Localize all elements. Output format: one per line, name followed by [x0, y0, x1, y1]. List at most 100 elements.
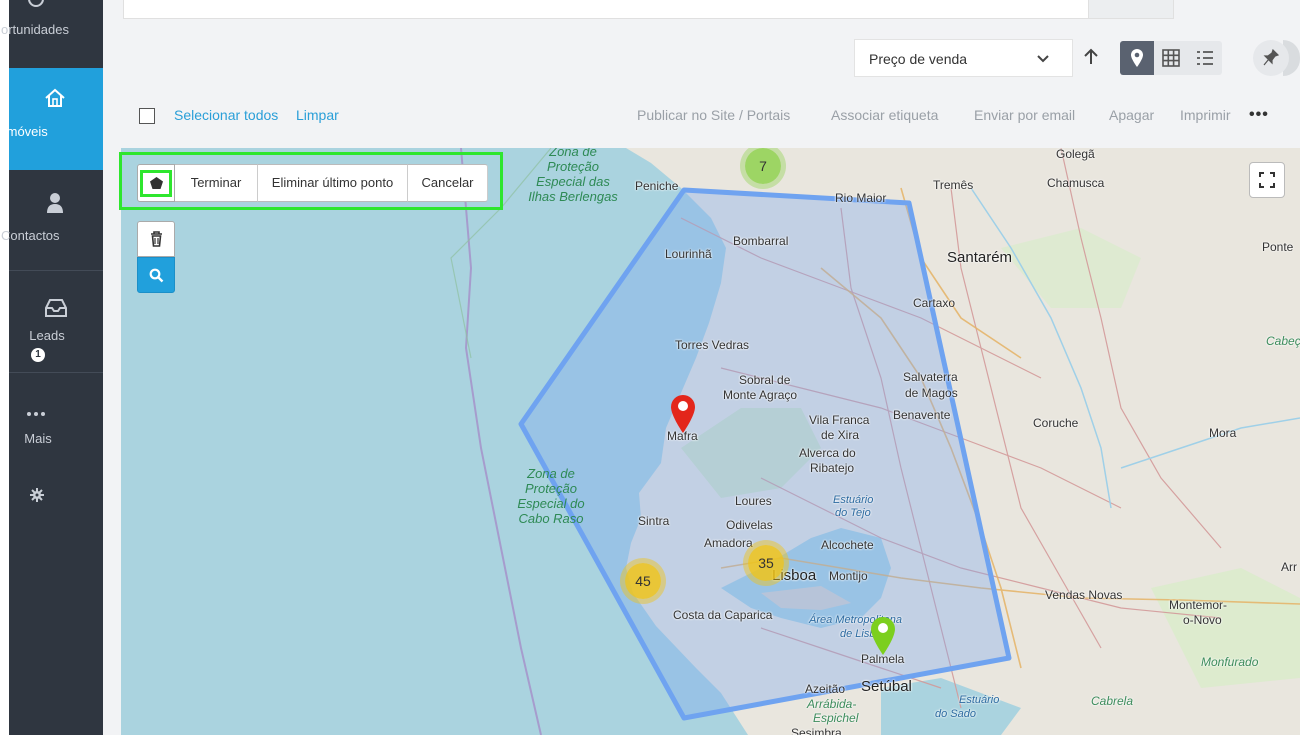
pin-button[interactable]	[1253, 40, 1289, 76]
map-label-sintra: Sintra	[638, 514, 670, 528]
map-label-zone-cabo-raso: Zona de Proteção Especial do Cabo Raso	[517, 466, 585, 526]
select-all-link[interactable]: Selecionar todos	[174, 107, 278, 123]
map-cluster-count: 7	[759, 158, 767, 174]
map-label-vendas-novas: Vendas Novas	[1045, 588, 1123, 602]
more-actions-button[interactable]: •••	[1249, 106, 1269, 124]
grid-view-button[interactable]	[1154, 41, 1188, 75]
map-label-alcochete: Alcochete	[821, 538, 874, 552]
grid-icon	[1162, 49, 1180, 67]
sidebar-item-opportunities[interactable]: ortunidades	[1, 0, 103, 50]
map-pin-icon	[1131, 49, 1143, 67]
map-label-cabrela: Cabrela	[1091, 694, 1134, 708]
pushpin-icon	[1263, 49, 1279, 66]
map-label-sesimbra: Sesimbra	[791, 726, 842, 735]
sidebar-item-label: Mais	[24, 431, 52, 446]
map-label-montijo: Montijo	[829, 569, 868, 583]
sidebar-item-label: Leads	[29, 328, 65, 343]
map-label-alverca: Alverca do	[799, 446, 856, 460]
map[interactable]: Zona de Proteção Especial das Ilhas Berl…	[121, 148, 1300, 735]
sidebar-divider	[9, 372, 103, 373]
map-label-zone-berlengas: Zona de Proteção Especial das Ilhas Berl…	[528, 148, 618, 204]
search-area-button[interactable]	[137, 257, 175, 293]
sidebar-item-mais[interactable]: Mais	[9, 395, 103, 455]
map-label-peniche: Peniche	[635, 179, 679, 193]
list-icon	[1197, 51, 1213, 65]
home-icon	[45, 88, 65, 107]
dots-icon	[27, 412, 45, 416]
sort-select[interactable]: Preço de venda	[854, 39, 1073, 77]
sidebar-item-label: Contactos	[1, 228, 60, 243]
leads-count-badge: 1	[31, 348, 45, 362]
trash-icon	[151, 231, 162, 247]
user-icon	[47, 193, 63, 213]
map-label-montemor: Montemor-	[1169, 598, 1228, 612]
map-label-coruche: Coruche	[1033, 416, 1079, 430]
publish-action[interactable]: Publicar no Site / Portais	[637, 107, 790, 123]
fullscreen-icon	[1259, 172, 1275, 188]
map-label-vila-franca-2: de Xira	[821, 428, 860, 442]
target-icon	[28, 0, 44, 7]
map-view-button[interactable]	[1120, 41, 1154, 75]
delete-action[interactable]: Apagar	[1109, 107, 1154, 123]
red-map-marker-icon[interactable]	[670, 394, 696, 434]
map-label-bombarral: Bombarral	[733, 234, 789, 248]
map-cluster[interactable]: 35	[748, 545, 784, 581]
green-map-marker-icon[interactable]	[870, 616, 896, 656]
map-label-estuario-sado: Estuário	[959, 694, 1000, 706]
print-action[interactable]: Imprimir	[1180, 107, 1231, 123]
map-label-amadora: Amadora	[704, 536, 753, 550]
sidebar-item-settings[interactable]	[9, 485, 103, 515]
map-label-cartaxo: Cartaxo	[913, 296, 956, 310]
map-cluster-count: 45	[635, 573, 651, 589]
map-label-montemor-2: o-Novo	[1183, 613, 1222, 627]
search-input[interactable]	[123, 0, 1090, 19]
chevron-down-icon	[1037, 55, 1049, 63]
map-label-estuario-tejo: Estuário	[833, 494, 874, 506]
map-label-mora: Mora	[1209, 426, 1237, 440]
main-content: Preço de venda Selecionar todos Limpar P…	[103, 0, 1300, 735]
tag-action[interactable]: Associar etiqueta	[831, 107, 938, 123]
select-all-checkbox[interactable]	[139, 108, 155, 124]
map-label-arrabida: Arrábida-	[807, 697, 857, 711]
map-cluster[interactable]: 7	[745, 148, 781, 184]
fullscreen-button[interactable]	[1249, 162, 1285, 198]
map-label-setubal: Setúbal	[861, 678, 912, 695]
map-base	[450, 148, 1300, 735]
sidebar-item-label: Imóveis	[3, 124, 48, 139]
map-cluster[interactable]: 45	[625, 563, 661, 599]
map-label-cabeca: Cabeça	[1266, 334, 1300, 348]
map-label-alverca-2: Ribatejo	[810, 461, 855, 475]
sidebar-item-imoveis[interactable]: Imóveis	[3, 68, 103, 170]
map-label-tremes: Tremês	[933, 178, 974, 192]
sidebar-item-leads[interactable]: Leads 1	[9, 271, 103, 371]
sidebar-item-contactos[interactable]: Contactos	[1, 180, 103, 270]
draw-toolbar-highlight	[119, 152, 503, 210]
sidebar-item-label: ortunidades	[1, 22, 69, 37]
email-action[interactable]: Enviar por email	[974, 107, 1075, 123]
map-label-salvaterra: Salvaterra	[903, 370, 958, 384]
gear-icon	[30, 488, 44, 502]
map-label-loures: Loures	[735, 494, 772, 508]
map-label-monfurado: Monfurado	[1201, 655, 1259, 669]
list-view-button[interactable]	[1188, 41, 1222, 75]
map-label-costa-caparica: Costa da Caparica	[673, 608, 773, 622]
map-cluster-count: 35	[758, 555, 774, 571]
map-label-estuario-sado-2: do Sado	[935, 708, 976, 720]
delete-shape-button[interactable]	[137, 221, 175, 257]
map-label-ponte: Ponte	[1262, 240, 1294, 254]
map-label-vila-franca: Vila Franca	[809, 413, 870, 427]
search-addon-button[interactable]	[1088, 0, 1174, 19]
inbox-icon	[45, 299, 67, 317]
sidebar: ortunidades Imóveis Contactos Leads 1 Ma…	[1, 0, 103, 735]
sort-select-value: Preço de venda	[869, 51, 968, 67]
map-label-estuario-tejo-2: do Tejo	[835, 507, 871, 519]
map-label-golega: Golegã	[1056, 148, 1095, 161]
map-label-torres-vedras: Torres Vedras	[675, 338, 750, 352]
map-label-santarem: Santarém	[947, 249, 1013, 266]
map-label-azeitao: Azeitão	[805, 682, 846, 696]
map-label-chamusca: Chamusca	[1047, 176, 1105, 190]
left-edge	[0, 0, 9, 735]
clear-link[interactable]: Limpar	[296, 107, 339, 123]
sort-ascending-arrow-icon[interactable]	[1080, 46, 1102, 68]
search-icon	[149, 268, 164, 283]
